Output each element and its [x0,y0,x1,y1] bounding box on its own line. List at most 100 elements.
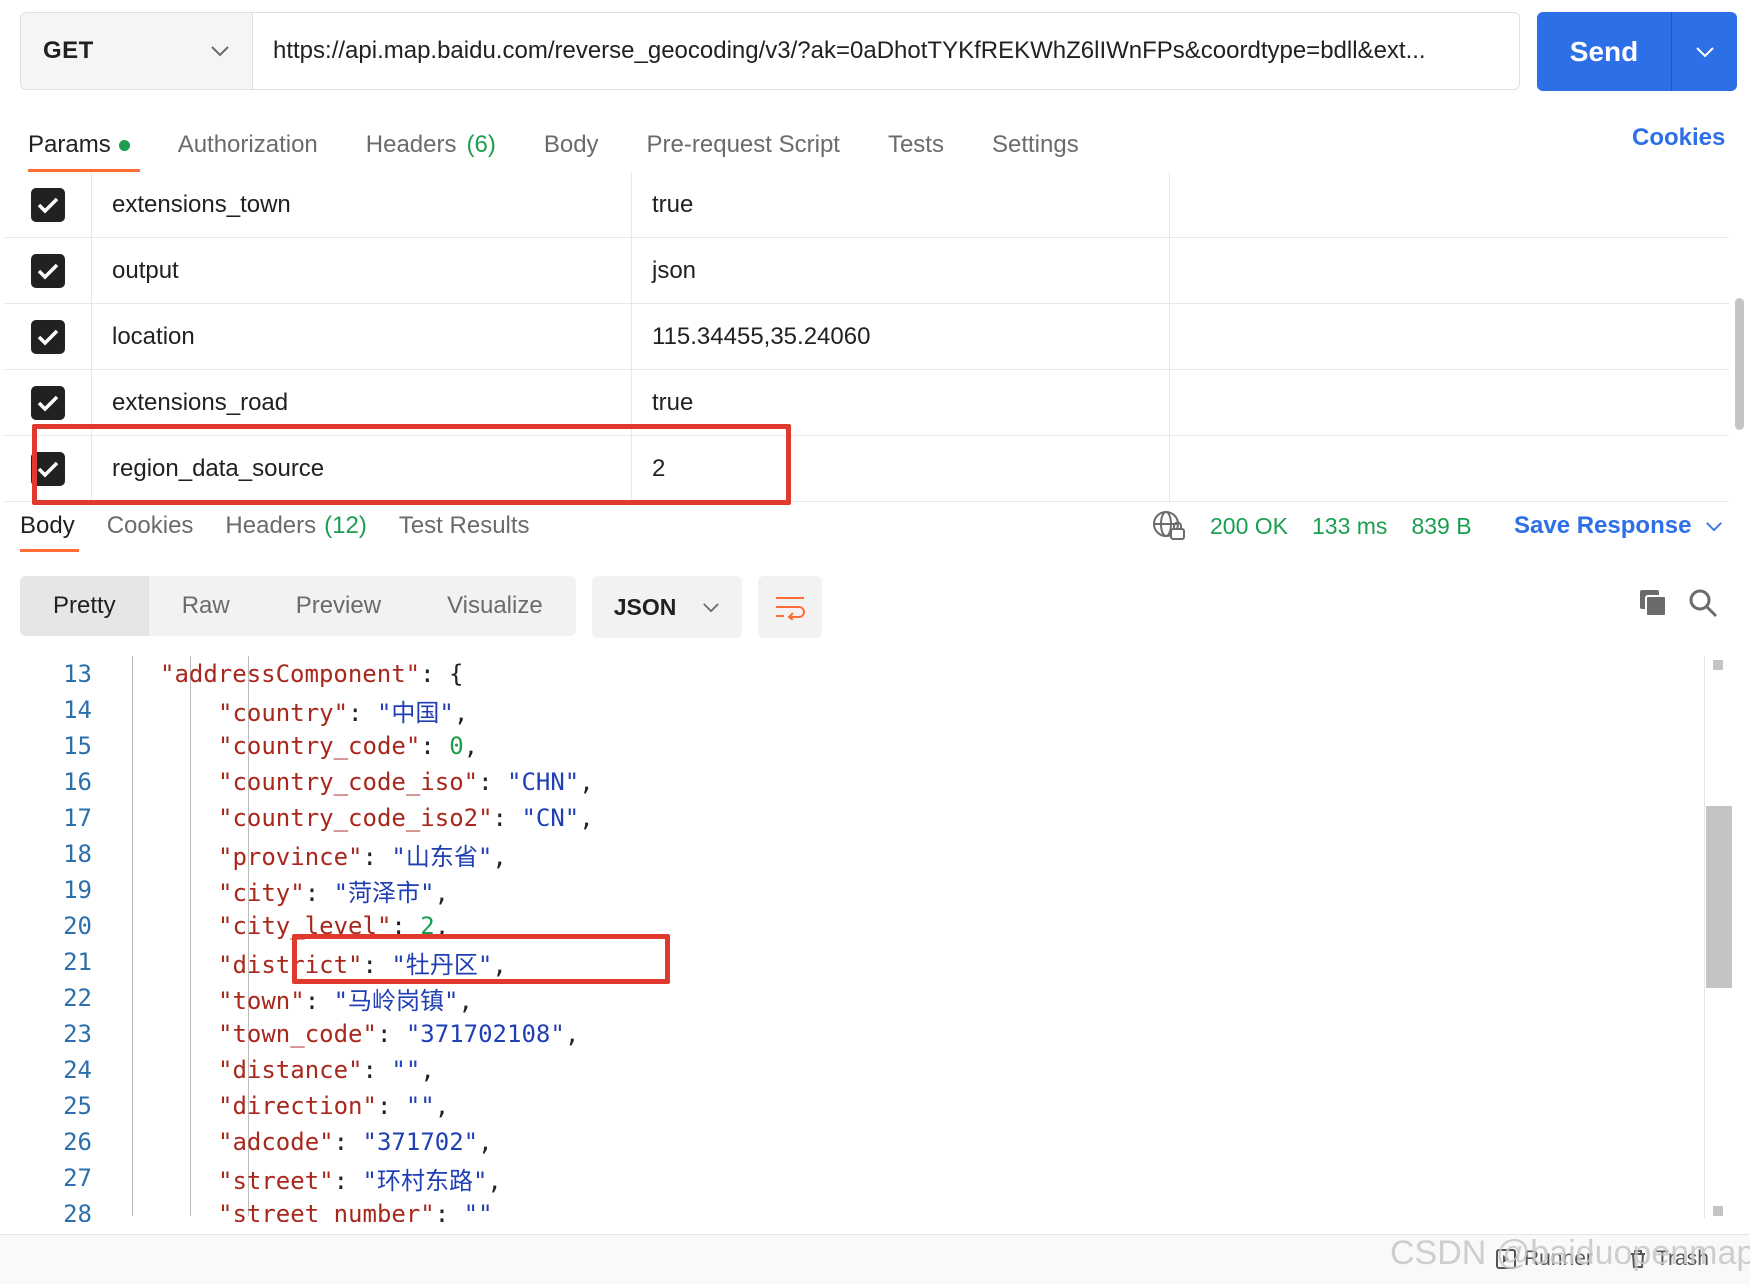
code-line: 27 "street": "环村东路", [0,1160,1710,1196]
param-key[interactable]: extensions_town [92,172,632,237]
json-punct: : [333,1166,363,1195]
check-icon [37,395,58,411]
code-line: 15 "country_code": 0, [0,728,1710,764]
code-line: 20 "city_level": 2, [0,908,1710,944]
view-mode-preview[interactable]: Preview [263,576,414,636]
response-tabs: Body Cookies Headers (12) Test Results [20,494,562,558]
method-select[interactable]: GET [21,13,253,89]
param-description[interactable] [1170,370,1729,435]
param-key[interactable]: output [92,238,632,303]
code-text: "city": "菏泽市", [218,873,449,908]
param-value[interactable]: 115.34455,35.24060 [632,304,1170,369]
line-number: 15 [63,732,92,760]
param-row: output json [4,238,1729,304]
send-options-button[interactable] [1672,12,1737,91]
json-punct: , [434,878,449,907]
watermark: CSDN @baiduopenmap [1390,1234,1750,1272]
param-value[interactable]: json [632,238,1170,303]
param-description[interactable] [1170,238,1729,303]
json-key: "direction" [218,1092,377,1120]
param-description[interactable] [1170,172,1729,237]
view-mode-visualize[interactable]: Visualize [414,576,576,636]
param-checkbox[interactable] [30,319,65,354]
code-text: "adcode": "371702", [218,1128,493,1156]
response-tab-test-results[interactable]: Test Results [399,494,530,558]
json-punct: , [453,698,469,727]
params-scrollbar[interactable] [1735,298,1744,430]
tab-params[interactable]: Params [28,118,140,172]
wrap-lines-button[interactable] [757,576,822,638]
request-tabs: Params Authorization Headers (6) Body Pre… [28,118,1127,172]
json-punct: , [579,768,594,796]
response-status: 200 OK 133 ms 839 B [1152,510,1472,542]
scroll-down-marker[interactable] [1713,1206,1723,1216]
scroll-up-marker[interactable] [1713,660,1723,670]
response-size[interactable]: 839 B [1411,513,1471,540]
param-checkbox[interactable] [30,187,65,222]
url-input[interactable]: https://api.map.baidu.com/reverse_geocod… [253,13,1519,89]
response-tab-headers[interactable]: Headers (12) [225,494,366,558]
param-value[interactable]: true [632,172,1170,237]
json-value: "" [463,1200,493,1222]
json-key: "province" [218,842,363,871]
json-punct: : [362,1056,392,1084]
json-value: "菏泽市" [333,878,435,907]
param-description[interactable] [1170,304,1729,369]
code-line: 24 "distance": "", [0,1052,1710,1088]
chevron-down-icon [1706,521,1723,531]
param-key[interactable]: location [92,304,632,369]
json-punct: : [333,1128,363,1156]
response-tab-cookies[interactable]: Cookies [107,494,194,558]
param-description[interactable] [1170,436,1729,501]
tab-headers[interactable]: Headers (6) [366,118,496,172]
save-response-button[interactable]: Save Response [1514,512,1723,540]
tab-body[interactable]: Body [544,118,599,172]
tab-authorization[interactable]: Authorization [178,118,318,172]
cookies-link[interactable]: Cookies [1632,124,1725,152]
globe-lock-icon[interactable] [1152,510,1186,542]
line-number: 13 [63,660,92,688]
code-text: "addressComponent": { [160,660,463,688]
code-scrollbar[interactable] [1706,806,1732,988]
json-value: "371702" [362,1128,479,1156]
tab-tests[interactable]: Tests [888,118,944,172]
code-text: "town_code": "371702108", [218,1020,579,1048]
copy-icon[interactable] [1638,588,1668,618]
line-number: 20 [63,912,92,940]
json-key: "town" [218,986,305,1015]
json-value: "371702108" [405,1020,565,1048]
view-mode-pretty[interactable]: Pretty [20,576,149,636]
chevron-down-icon [1695,46,1714,57]
check-icon [37,329,58,345]
line-number: 24 [63,1056,92,1084]
code-line: 28 "street_number": "" [0,1196,1710,1222]
json-value: "" [391,1056,421,1084]
tab-pre-request-script[interactable]: Pre-request Script [647,118,840,172]
highlight-box-district [292,934,670,984]
send-button[interactable]: Send [1537,12,1672,91]
view-mode-raw[interactable]: Raw [149,576,263,636]
code-line: 14 "country": "中国", [0,692,1710,728]
json-punct: : [492,804,522,832]
wrap-lines-icon [775,597,805,620]
json-key: "country_code_iso2" [218,804,493,832]
response-body-code[interactable]: 13 "addressComponent": { 14 "country": "中国"… [0,656,1710,1222]
response-tab-body[interactable]: Body [20,494,79,558]
status-code[interactable]: 200 OK [1210,513,1288,540]
json-value: "马岭岗镇" [333,986,459,1015]
tab-settings[interactable]: Settings [992,118,1079,172]
json-punct: , [458,986,473,1015]
response-time[interactable]: 133 ms [1312,513,1387,540]
search-icon[interactable] [1688,588,1718,618]
response-bar: Body Cookies Headers (12) Test Results 20… [0,494,1750,562]
param-checkbox[interactable] [30,385,65,420]
code-line: 23 "town_code": "371702108", [0,1016,1710,1052]
code-line: 16 "country_code_iso": "CHN", [0,764,1710,800]
json-punct: , [420,1056,435,1084]
code-text: "country": "中国", [218,693,468,728]
param-checkbox[interactable] [30,253,65,288]
format-select[interactable]: JSON [591,576,742,638]
json-punct: : [420,732,450,760]
code-line: 26 "adcode": "371702", [0,1124,1710,1160]
check-icon [37,197,58,213]
